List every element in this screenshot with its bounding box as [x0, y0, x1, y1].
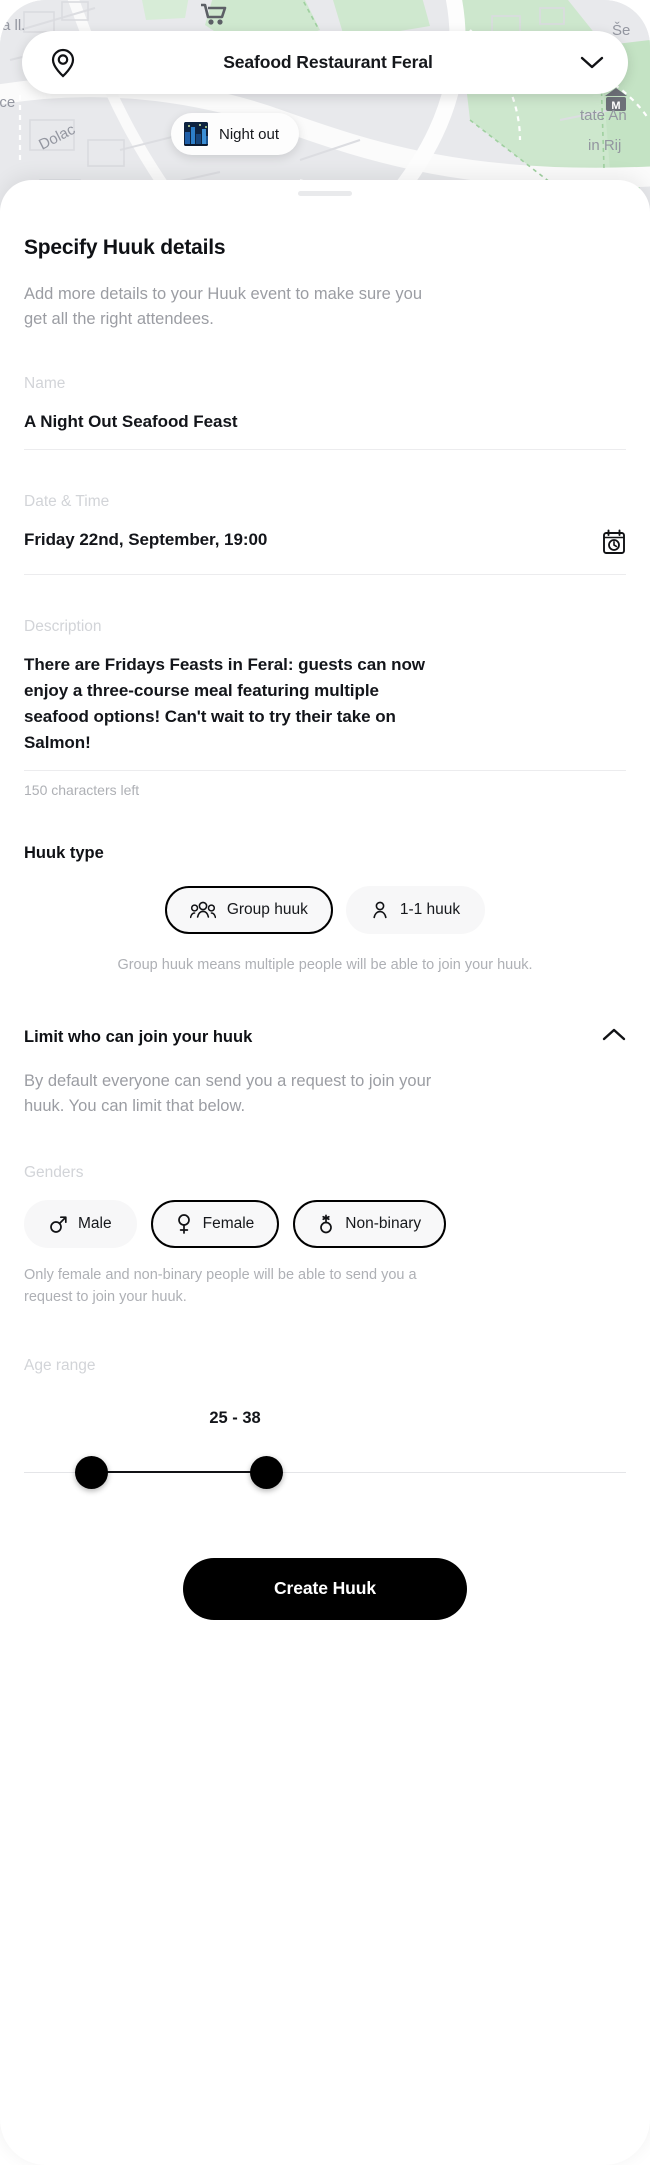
age-range-value: 25 - 38 [209, 1408, 261, 1427]
genders-options: Male Female Non-binary [24, 1200, 626, 1249]
genders-group: Genders Male Female Non-binary Only fema… [24, 1164, 626, 1309]
huuk-type-option-one-on-one[interactable]: 1-1 huuk [345, 886, 486, 935]
slider-active-range [91, 1470, 266, 1474]
name-field-group: Name A Night Out Seafood Feast [24, 375, 626, 451]
calendar-clock-icon[interactable] [602, 527, 626, 560]
category-chip-label: Night out [219, 125, 280, 143]
description-character-counter: 150 characters left [24, 782, 140, 799]
gender-option-non-binary[interactable]: Non-binary [293, 1200, 447, 1249]
mars-symbol-icon [49, 1214, 67, 1234]
chevron-up-icon[interactable] [602, 1028, 626, 1047]
name-input-row[interactable]: A Night Out Seafood Feast [24, 409, 626, 451]
datetime-field-label: Date & Time [24, 493, 110, 511]
genders-note: Only female and non-binary people will b… [24, 1267, 417, 1306]
huuk-type-option-group-label: Group huuk [226, 901, 308, 919]
huuk-type-note: Group huuk means multiple people will be… [117, 957, 533, 974]
details-bottom-sheet: Specify Huuk details Add more details to… [0, 180, 650, 2165]
map-pin-icon [50, 48, 76, 78]
chevron-down-icon[interactable] [580, 56, 604, 70]
gender-option-male[interactable]: Male [24, 1200, 137, 1249]
app-screen: M a ll. ice Dolac Di Še tate An in Rij S… [0, 0, 650, 2165]
svg-text:ice: ice [0, 94, 15, 111]
page-subtitle: Add more details to your Huuk event to m… [24, 285, 423, 329]
datetime-input-value[interactable]: Friday 22nd, September, 19:00 [24, 527, 267, 553]
svg-text:tate An: tate An [580, 107, 627, 124]
limit-section-description: By default everyone can send you a reque… [24, 1072, 432, 1116]
sheet-drag-handle[interactable] [298, 191, 352, 196]
limit-section-header[interactable]: Limit who can join your huuk [24, 1028, 626, 1047]
description-input-row[interactable]: There are Fridays Feasts in Feral: guest… [24, 652, 626, 772]
age-range-slider[interactable] [24, 1450, 626, 1496]
age-range-group: Age range 25 - 38 [24, 1357, 626, 1496]
description-field-group: Description There are Fridays Feasts in … [24, 618, 626, 798]
venus-symbol-icon [176, 1213, 192, 1235]
night-city-thumbnail [183, 121, 209, 147]
non-binary-symbol-icon [318, 1213, 334, 1235]
cta-container: Create Huuk [24, 1557, 626, 1620]
gender-option-non-binary-label: Non-binary [345, 1215, 422, 1233]
huuk-type-option-group[interactable]: Group huuk [164, 886, 333, 935]
huuk-type-option-one-on-one-label: 1-1 huuk [399, 901, 461, 919]
datetime-field-group: Date & Time Friday 22nd, September, 19:0… [24, 493, 626, 576]
slider-handle-max[interactable] [250, 1455, 283, 1489]
name-input-value[interactable]: A Night Out Seafood Feast [24, 409, 238, 435]
group-people-icon [189, 901, 216, 919]
huuk-type-options: Group huuk 1-1 huuk [24, 886, 626, 935]
create-huuk-button[interactable]: Create Huuk [183, 1557, 467, 1620]
single-person-icon [371, 901, 389, 919]
gender-option-female-label: Female [202, 1215, 255, 1233]
genders-label: Genders [24, 1164, 84, 1182]
gender-option-male-label: Male [78, 1215, 112, 1233]
description-field-label: Description [24, 618, 102, 636]
slider-handle-min[interactable] [75, 1455, 108, 1489]
svg-text:a ll.: a ll. [2, 17, 25, 34]
location-search-bar[interactable]: Seafood Restaurant Feral [22, 31, 628, 94]
location-value: Seafood Restaurant Feral [223, 52, 433, 72]
datetime-input-row[interactable]: Friday 22nd, September, 19:00 [24, 527, 626, 576]
svg-text:in Rij: in Rij [588, 137, 621, 154]
page-title: Specify Huuk details [24, 236, 226, 259]
name-field-label: Name [24, 375, 66, 393]
category-chip-night-out[interactable]: Night out [171, 113, 300, 155]
huuk-type-heading: Huuk type [24, 844, 104, 863]
age-range-label: Age range [24, 1356, 96, 1374]
limit-section-title: Limit who can join your huuk [24, 1028, 253, 1047]
gender-option-female[interactable]: Female [150, 1200, 280, 1249]
description-input-value[interactable]: There are Fridays Feasts in Feral: guest… [24, 652, 444, 756]
